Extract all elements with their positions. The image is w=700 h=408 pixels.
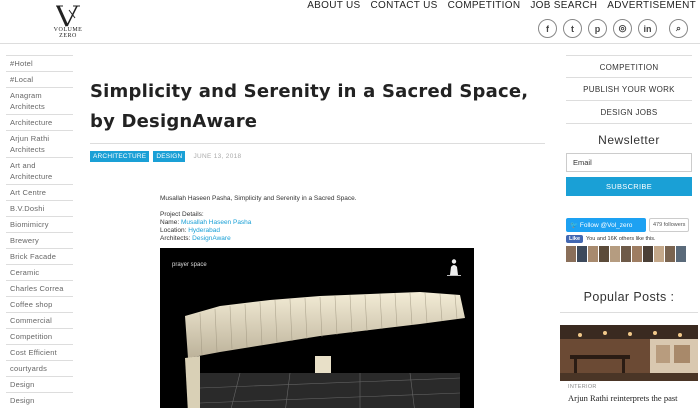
- facebook-like-text: You and 16K others like this.: [586, 236, 656, 242]
- sidebar-item[interactable]: #Hotel: [6, 55, 73, 71]
- logo-text: VOLUME ZERO: [53, 27, 83, 39]
- sidebar-item[interactable]: Design: [6, 376, 73, 392]
- right-sidebar: COMPETITION PUBLISH YOUR WORK DESIGN JOB…: [560, 55, 698, 403]
- interior-photo: [560, 325, 698, 381]
- project-architects-label: Architects:: [160, 235, 193, 242]
- pinterest-icon[interactable]: p: [588, 19, 607, 38]
- nav-about-us[interactable]: ABOUT US: [307, 0, 360, 13]
- subscribe-button[interactable]: SUBSCRIBE: [566, 177, 692, 196]
- avatar[interactable]: [577, 246, 587, 262]
- sidebar-item[interactable]: Brick Facade: [6, 248, 73, 264]
- article-intro: Musallah Haseen Pasha, Simplicity and Se…: [160, 195, 357, 202]
- quick-links: COMPETITION PUBLISH YOUR WORK DESIGN JOB…: [566, 55, 692, 124]
- avatar[interactable]: [588, 246, 598, 262]
- popular-post-image[interactable]: [560, 325, 698, 381]
- avatar[interactable]: [599, 246, 609, 262]
- article-meta: ARCHITECTURE DESIGN JUNE 13, 2018: [90, 151, 545, 162]
- sidebar-item[interactable]: Design Competition: [6, 392, 73, 408]
- link-publish-your-work[interactable]: PUBLISH YOUR WORK: [566, 78, 692, 101]
- sidebar-item[interactable]: Architecture: [6, 114, 73, 130]
- avatar[interactable]: [676, 246, 686, 262]
- divider: [560, 312, 698, 313]
- twitter-bird-icon: 🐦: [570, 222, 580, 229]
- sidebar-item[interactable]: Commercial: [6, 312, 73, 328]
- popular-post-category[interactable]: INTERIOR: [568, 384, 692, 390]
- twitter-follower-count: 479 followers: [649, 218, 690, 232]
- sidebar-item[interactable]: Ceramic: [6, 264, 73, 280]
- avatar[interactable]: [665, 246, 675, 262]
- nav-advertisement[interactable]: ADVERTISEMENT: [607, 0, 696, 13]
- sidebar-item[interactable]: Arjun Rathi Architects: [6, 130, 73, 157]
- link-design-jobs[interactable]: DESIGN JOBS: [566, 101, 692, 124]
- avatar[interactable]: [566, 246, 576, 262]
- project-name-row: Name: Musallah Haseen Pasha: [160, 219, 545, 227]
- nav-job-search[interactable]: JOB SEARCH: [530, 0, 597, 13]
- architectural-render: [185, 292, 465, 408]
- twitter-icon[interactable]: t: [563, 19, 582, 38]
- sidebar-item[interactable]: Charles Correa: [6, 280, 73, 296]
- avatar[interactable]: [632, 246, 642, 262]
- facebook-like-button[interactable]: Like: [566, 235, 584, 243]
- logo-mark-icon: [56, 5, 80, 27]
- twitter-follow-label: Follow @Vol_zero: [579, 222, 633, 229]
- project-name-label: Name:: [160, 219, 181, 226]
- sidebar-item[interactable]: Coffee shop: [6, 296, 73, 312]
- tag-sidebar: #Hotel #Local Anagram Architects Archite…: [6, 55, 73, 408]
- avatar[interactable]: [610, 246, 620, 262]
- sidebar-item[interactable]: B.V.Doshi: [6, 200, 73, 216]
- linkedin-icon[interactable]: in: [638, 19, 657, 38]
- twitter-widget: 🐦 Follow @Vol_zero 479 followers: [566, 218, 692, 232]
- project-location-label: Location:: [160, 227, 189, 234]
- article-image[interactable]: prayer space: [160, 248, 474, 408]
- divider: [90, 143, 545, 144]
- sidebar-item[interactable]: Brewery: [6, 232, 73, 248]
- facebook-icon[interactable]: f: [538, 19, 557, 38]
- sidebar-item[interactable]: Competition: [6, 328, 73, 344]
- project-location-row: Location: Hyderabad: [160, 227, 545, 235]
- sidebar-item[interactable]: Art and Architecture: [6, 157, 73, 184]
- sidebar-item[interactable]: Cost Efficient: [6, 344, 73, 360]
- email-field[interactable]: Email: [566, 153, 692, 172]
- popular-post-title[interactable]: Arjun Rathi reinterprets the past: [568, 393, 692, 403]
- tag-architecture[interactable]: ARCHITECTURE: [90, 151, 150, 162]
- popular-posts-title: Popular Posts :: [583, 290, 675, 304]
- avatar[interactable]: [654, 246, 664, 262]
- nav-contact-us[interactable]: CONTACT US: [371, 0, 438, 13]
- project-architects-link[interactable]: DesignAware: [192, 235, 231, 242]
- instagram-icon[interactable]: ◎: [613, 19, 632, 38]
- sidebar-item[interactable]: Biomimicry: [6, 216, 73, 232]
- tag-design[interactable]: DESIGN: [153, 151, 186, 162]
- twitter-follow-button[interactable]: 🐦 Follow @Vol_zero: [566, 218, 646, 232]
- social-links: f t p ◎ in ⌕: [538, 19, 688, 38]
- publish-date: JUNE 13, 2018: [193, 153, 242, 160]
- project-name-link[interactable]: Musallah Haseen Pasha: [181, 219, 251, 226]
- site-logo[interactable]: VOLUME ZERO: [47, 4, 89, 39]
- sidebar-item[interactable]: #Local: [6, 71, 73, 87]
- sidebar-item[interactable]: Art Centre: [6, 184, 73, 200]
- sidebar-item[interactable]: courtyards: [6, 360, 73, 376]
- project-details-heading: Project Details:: [160, 211, 204, 218]
- search-icon[interactable]: ⌕: [669, 19, 688, 38]
- site-header: VOLUME ZERO ABOUT US CONTACT US COMPETIT…: [0, 0, 700, 44]
- newsletter-title: Newsletter: [598, 133, 660, 147]
- article-title: Simplicity and Serenity in a Sacred Spac…: [90, 81, 529, 132]
- avatar[interactable]: [621, 246, 631, 262]
- facebook-widget: Like You and 16K others like this.: [566, 235, 692, 243]
- article: Simplicity and Serenity in a Sacred Spac…: [90, 44, 545, 408]
- project-architects-row: Architects: DesignAware: [160, 235, 545, 243]
- avatar[interactable]: [643, 246, 653, 262]
- article-body: Musallah Haseen Pasha, Simplicity and Se…: [160, 195, 545, 408]
- nav-competition[interactable]: COMPETITION: [448, 0, 521, 13]
- project-location-link[interactable]: Hyderabad: [188, 227, 220, 234]
- facebook-faces: [566, 246, 692, 262]
- top-navigation: ABOUT US CONTACT US COMPETITION JOB SEAR…: [307, 0, 696, 13]
- sidebar-item[interactable]: Anagram Architects: [6, 87, 73, 114]
- link-competition[interactable]: COMPETITION: [566, 55, 692, 78]
